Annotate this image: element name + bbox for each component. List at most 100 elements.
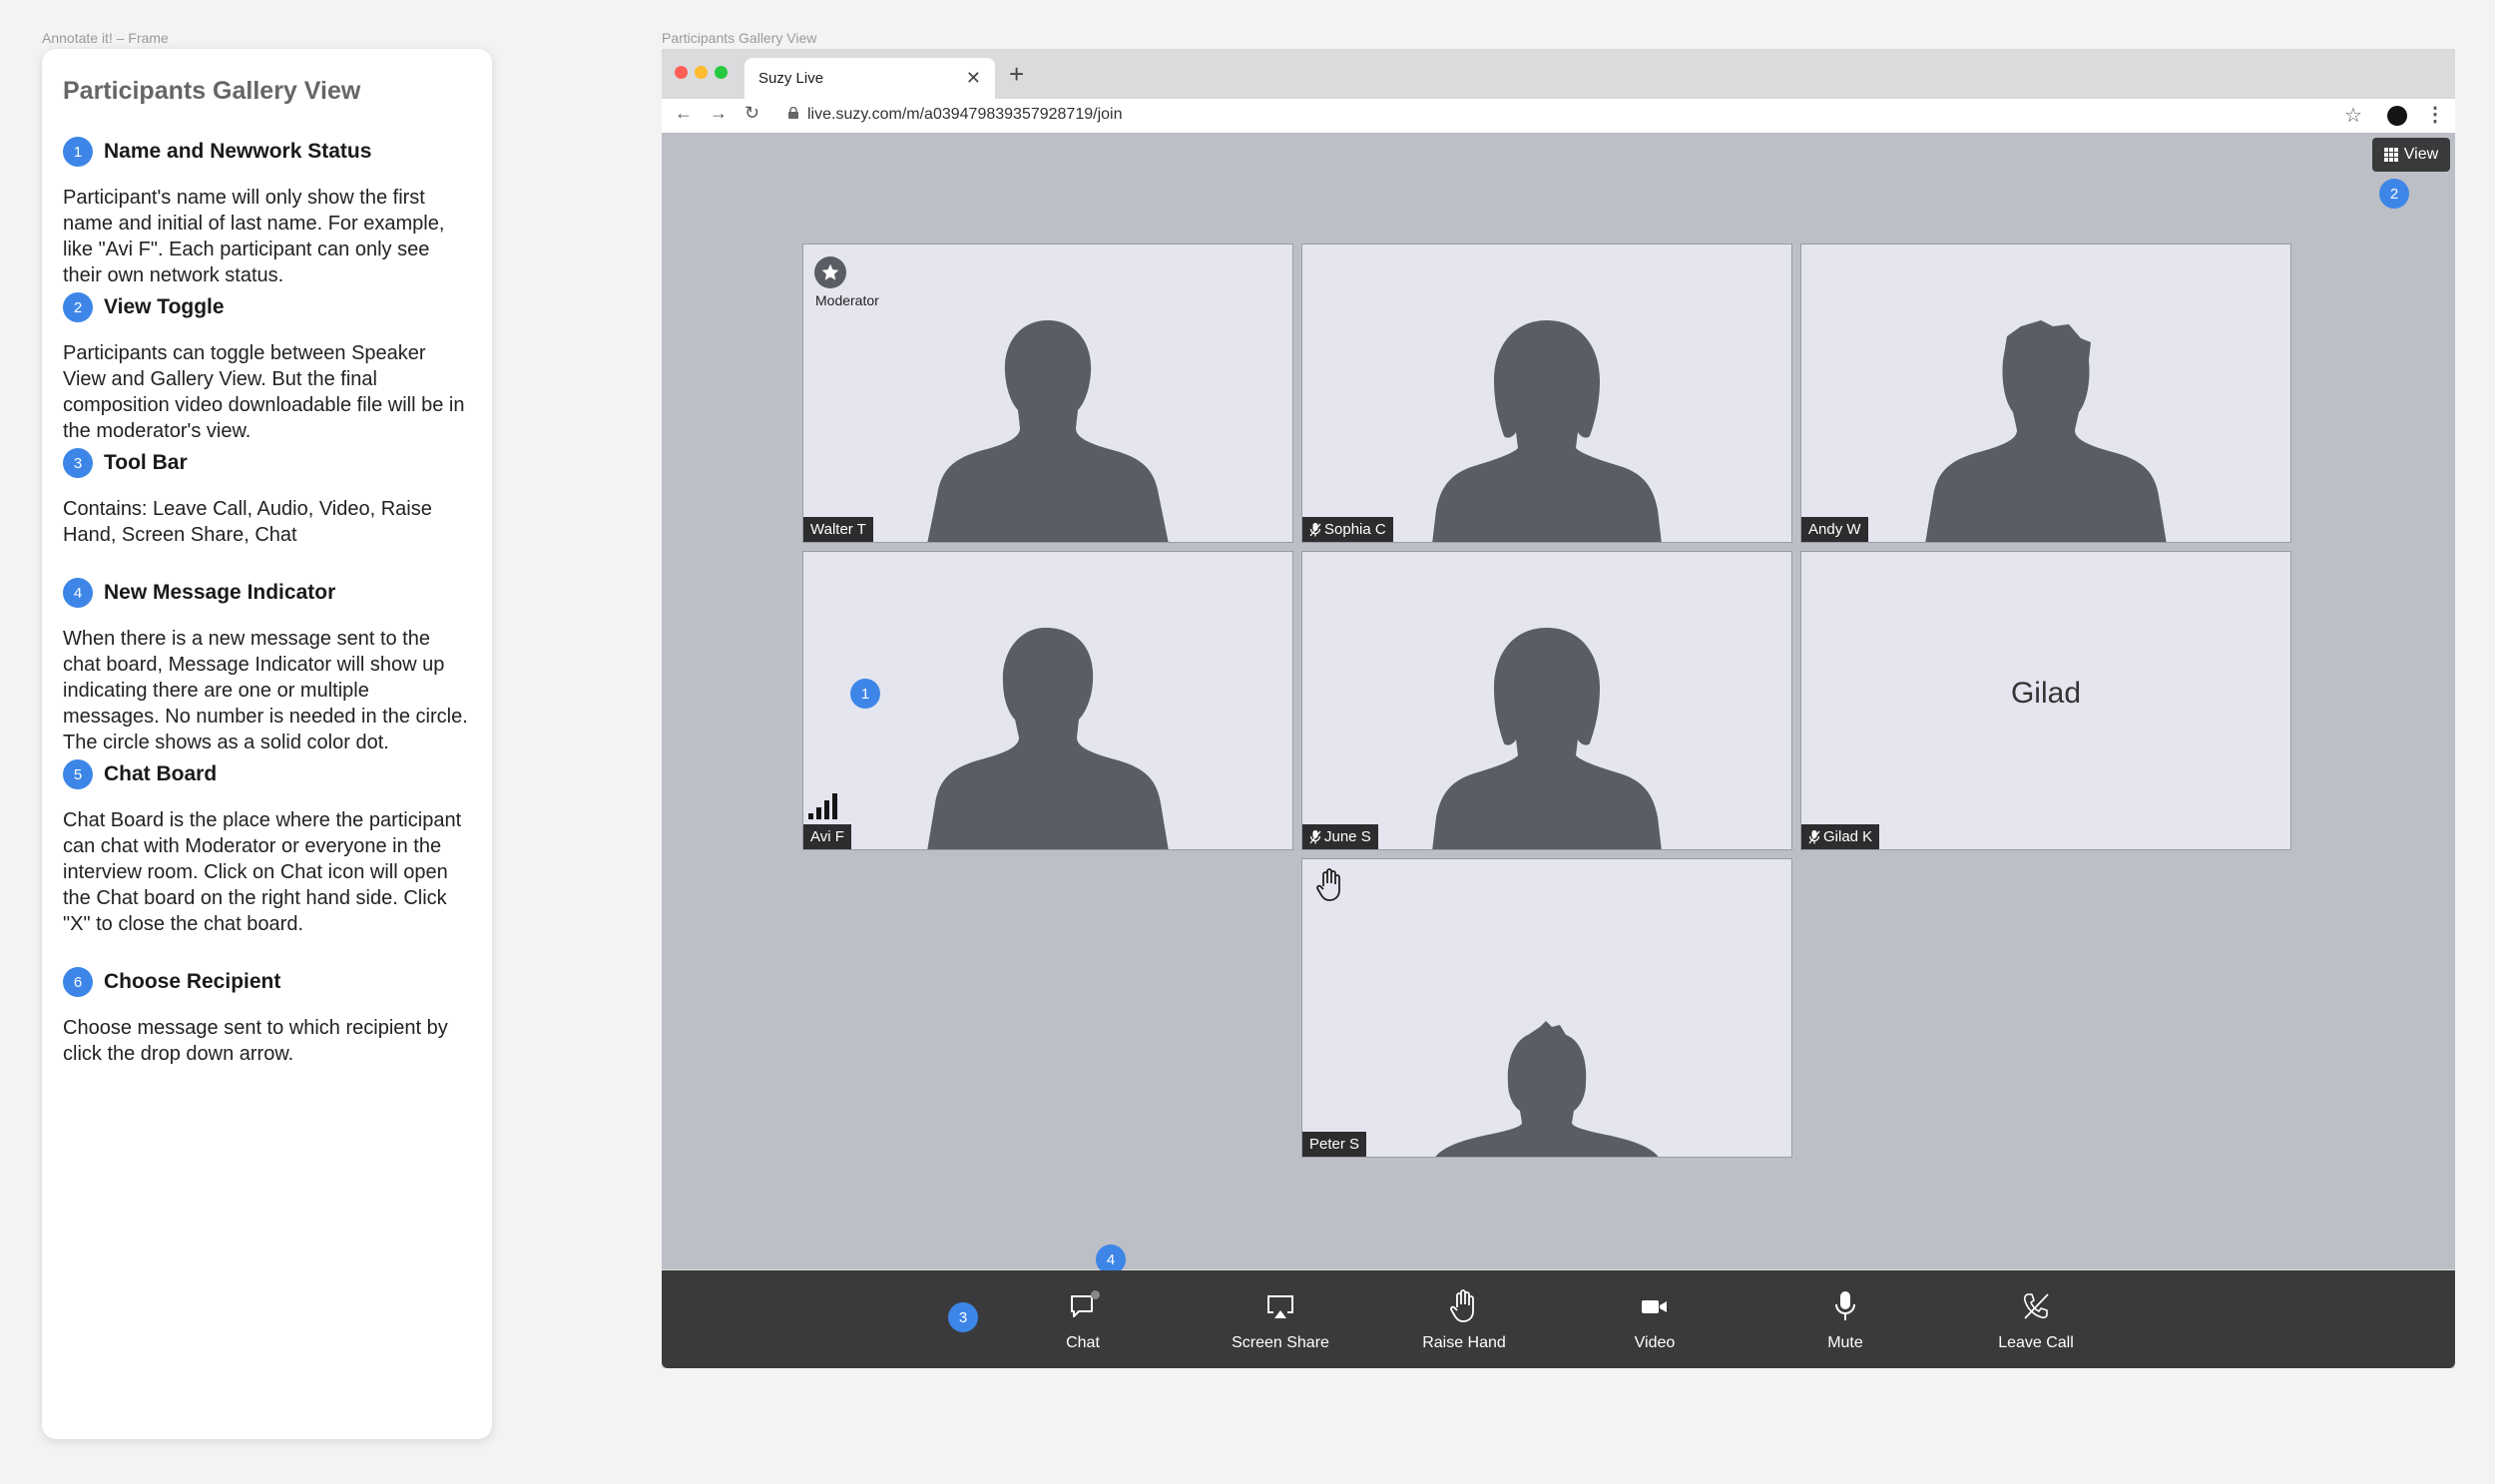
person-silhouette-icon [927,628,1169,849]
microphone-icon [1835,1291,1855,1320]
annotation-item-description: Contains: Leave Call, Audio, Video, Rais… [63,498,432,546]
annotation-marker-1: 1 [850,679,880,709]
person-silhouette-icon [1432,320,1662,542]
participant-name-tag: Avi F [803,824,851,849]
participant-name: Gilad K [1823,828,1873,845]
profile-avatar[interactable] [2387,106,2407,126]
number-badge: 1 [63,137,93,167]
mute-label: Mute [1827,1334,1863,1351]
close-window-dot[interactable] [675,66,688,79]
address-bar-row: ← → ↻ live.suzy.com/m/a03947983935792871… [662,99,2455,133]
annotation-panel: Participants Gallery View 1 Name and New… [42,49,492,1439]
participant-name-tag: Walter T [803,517,873,542]
annotation-item: 6 Choose Recipient Choose message sent t… [63,967,470,1067]
minimize-window-dot[interactable] [695,66,708,79]
annotation-item-description: Participants can toggle between Speaker … [63,342,465,442]
annotation-title: Participants Gallery View [63,77,361,105]
raise-hand-button[interactable]: Raise Hand [1394,1288,1534,1352]
annotation-item: 2 View Toggle Participants can toggle be… [63,292,470,448]
network-signal-icon [808,793,837,819]
participant-name-tag: June S [1302,824,1378,849]
participant-tile-peter[interactable]: Peter S [1301,858,1792,1158]
screen-share-icon [1267,1295,1293,1318]
chat-label: Chat [1066,1334,1100,1351]
annotation-item-description: When there is a new message sent to the … [63,628,468,753]
browser-tab-bar: Suzy Live ✕ + [662,49,2455,99]
annotation-item-description: Chat Board is the place where the partic… [63,809,462,935]
mic-muted-icon [1309,522,1321,536]
moderator-star-icon [814,256,846,288]
participant-tile-gilad[interactable]: Gilad Gilad K [1800,551,2291,850]
participant-tile-sophia[interactable]: Sophia C [1301,244,1792,543]
person-silhouette-icon [1432,628,1662,849]
url-field[interactable]: live.suzy.com/m/a039479839357928719/join [807,106,1122,124]
reload-icon[interactable]: ↻ [745,103,759,124]
tab-title: Suzy Live [758,70,824,87]
annotation-item-title: New Message Indicator [104,581,336,604]
raised-hand-icon [1316,868,1340,901]
annotation-item-title: Chat Board [104,762,218,785]
participant-name-tag: Gilad K [1801,824,1880,849]
new-tab-icon[interactable]: + [1009,59,1024,90]
annotation-item-title: Tool Bar [104,451,188,474]
leave-call-icon [2023,1293,2049,1319]
video-camera-icon [1642,1300,1667,1313]
annotation-item-title: View Toggle [104,295,225,318]
number-badge: 5 [63,759,93,789]
browser-menu-icon[interactable]: ⋮ [2425,102,2445,127]
annotation-item-description: Choose message sent to which recipient b… [63,1017,448,1065]
number-badge: 4 [63,578,93,608]
forward-icon[interactable]: → [710,103,728,124]
lock-icon [788,107,798,119]
meeting-stage: View 2 Moderator Walter T Sophia C Andy … [662,133,2455,1274]
call-toolbar: 3 Chat Screen Share Raise Hand Video Mut… [662,1270,2455,1368]
mic-muted-icon [1309,829,1321,843]
participant-name-tag: Peter S [1302,1132,1367,1157]
video-button[interactable]: Video [1585,1288,1725,1352]
annotation-marker-3: 3 [948,1302,978,1332]
number-badge: 3 [63,448,93,478]
mute-button[interactable]: Mute [1775,1288,1915,1352]
raise-hand-label: Raise Hand [1422,1334,1506,1351]
annotation-item: 5 Chat Board Chat Board is the place whe… [63,759,470,967]
participant-name-tag: Andy W [1801,517,1868,542]
annotation-marker-2: 2 [2379,179,2409,209]
leave-call-label: Leave Call [1998,1334,2074,1351]
browser-window: Suzy Live ✕ + ← → ↻ live.suzy.com/m/a039… [662,49,2455,1368]
browser-tab[interactable]: Suzy Live ✕ [745,58,995,99]
number-badge: 6 [63,967,93,997]
frame-caption-annotate: Annotate it! – Frame [42,30,169,46]
leave-call-button[interactable]: Leave Call [1966,1288,2106,1352]
mic-muted-icon [1808,829,1820,843]
number-badge: 2 [63,292,93,322]
annotation-item: 4 New Message Indicator When there is a … [63,578,470,759]
participant-name: Andy W [1808,521,1861,538]
participant-name: Avi F [810,828,844,845]
annotation-item-title: Choose Recipient [104,970,281,993]
raise-hand-icon [1450,1289,1474,1322]
back-icon[interactable]: ← [675,103,693,124]
close-tab-icon[interactable]: ✕ [966,68,981,89]
person-silhouette-icon [1435,1021,1659,1157]
screen-share-label: Screen Share [1232,1334,1329,1351]
frame-caption-gallery: Participants Gallery View [662,30,817,46]
moderator-label: Moderator [815,292,879,308]
participant-tile-walter[interactable]: Moderator Walter T [802,244,1293,543]
view-toggle-button[interactable]: View [2372,138,2450,172]
annotation-item: 1 Name and Newwork Status Participant's … [63,137,470,292]
chat-button[interactable]: Chat [1013,1288,1153,1352]
annotation-item: 3 Tool Bar Contains: Leave Call, Audio, … [63,448,470,578]
participant-name: Peter S [1309,1136,1360,1153]
participant-name-tag: Sophia C [1302,517,1393,542]
grid-icon [2383,148,2398,162]
maximize-window-dot[interactable] [715,66,728,79]
bookmark-star-icon[interactable]: ☆ [2344,103,2362,128]
participant-tile-june[interactable]: June S [1301,551,1792,850]
person-silhouette-icon [1925,320,2167,542]
new-message-indicator [1091,1290,1100,1299]
screen-share-button[interactable]: Screen Share [1211,1288,1350,1352]
video-off-name: Gilad [2010,677,2082,710]
participant-name: Walter T [810,521,866,538]
person-silhouette-icon [927,320,1169,542]
participant-tile-andy[interactable]: Andy W [1800,244,2291,543]
